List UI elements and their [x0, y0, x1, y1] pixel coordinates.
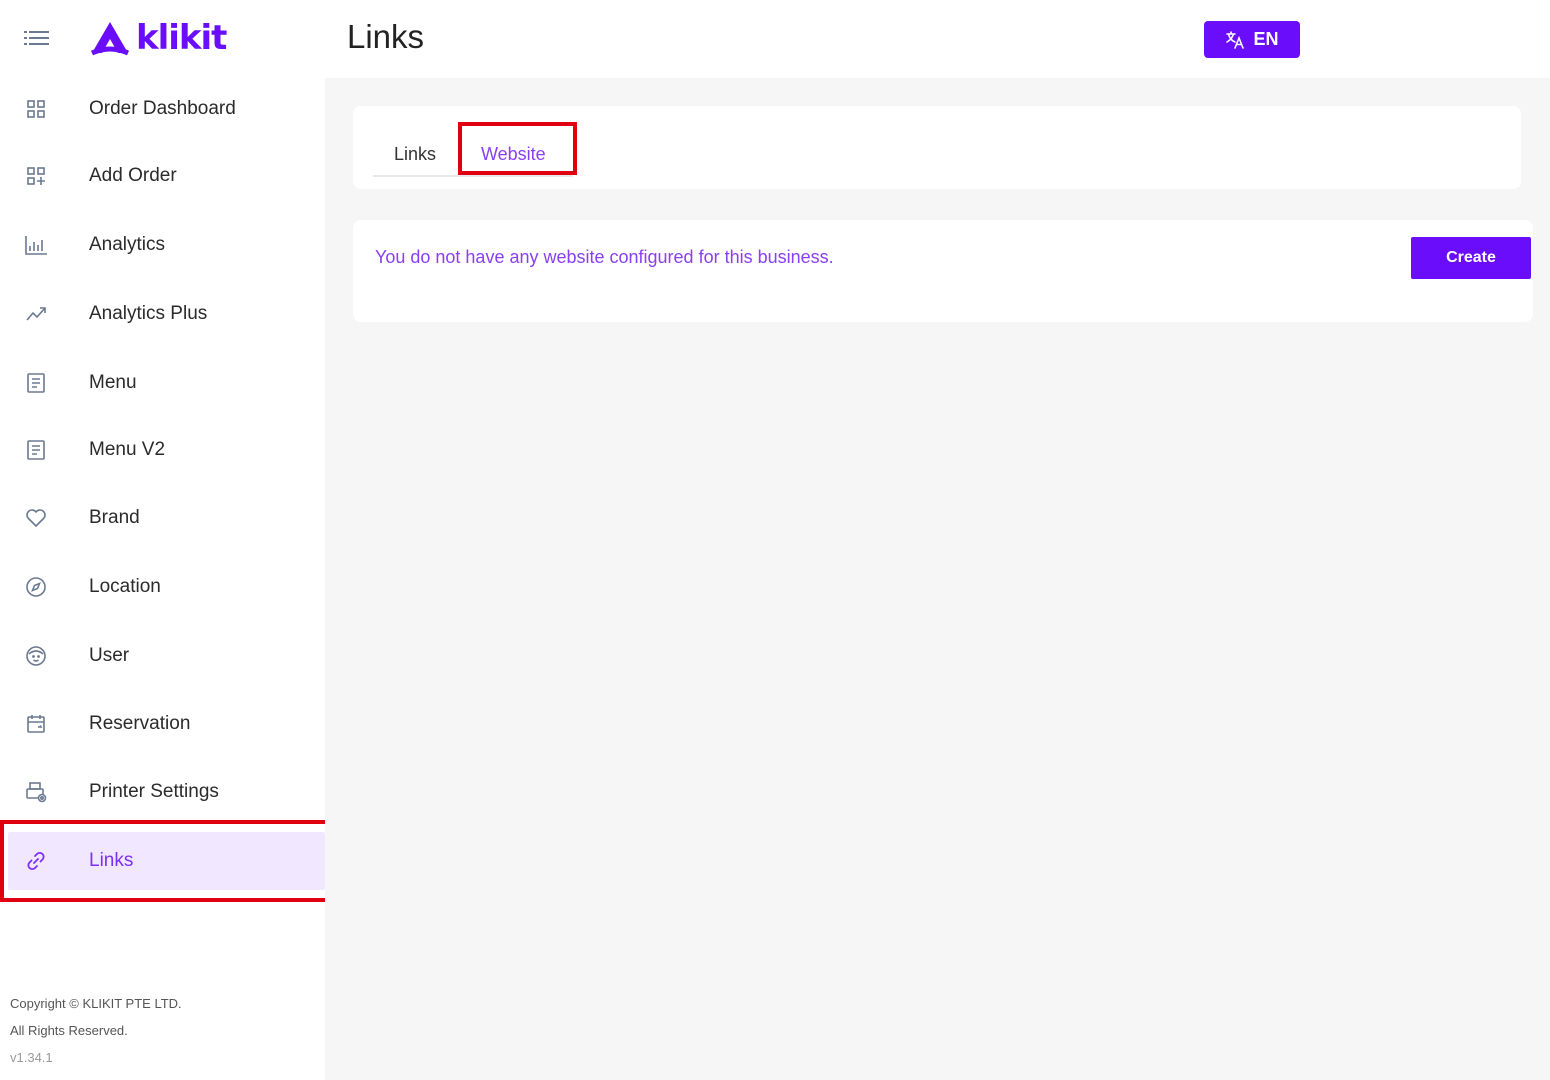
sidebar-item-label: Add Order [89, 165, 177, 186]
sidebar-item-label: User [89, 645, 130, 666]
heart-icon [26, 509, 46, 527]
face-icon [26, 646, 46, 666]
bar-chart-icon [25, 236, 47, 255]
translate-icon [1226, 30, 1245, 49]
language-label: EN [1253, 29, 1279, 49]
sidebar-item-label: Reservation [89, 713, 191, 734]
sidebar-item-label: Analytics [89, 234, 166, 255]
document-icon [27, 373, 45, 393]
website-card: You do not have any website configured f… [353, 220, 1533, 322]
sidebar-item-user[interactable]: User [8, 627, 325, 685]
sidebar-footer: Copyright © KLIKIT PTE LTD. All Rights R… [10, 990, 182, 1071]
main-content: Links Website You do not have any websit… [325, 78, 1550, 1080]
tab-divider [373, 175, 573, 177]
compass-icon [26, 577, 46, 597]
klikit-logo[interactable]: klikit [88, 18, 227, 58]
highlight-box [458, 122, 577, 175]
empty-state-message: You do not have any website configured f… [375, 247, 834, 267]
rights-text: All Rights Reserved. [10, 1023, 128, 1038]
language-button[interactable]: EN [1204, 21, 1300, 58]
tab-links[interactable]: Links [394, 144, 436, 165]
calendar-icon [27, 715, 45, 733]
sidebar-item-reservation[interactable]: Reservation [8, 695, 325, 753]
sidebar-item-analytics[interactable]: Analytics [8, 216, 325, 274]
sidebar-item-add-order[interactable]: Add Order [8, 147, 325, 205]
sidebar-item-brand[interactable]: Brand [8, 489, 325, 547]
trend-icon [26, 307, 46, 321]
grid-icon [27, 100, 45, 118]
sidebar-item-label: Brand [89, 507, 140, 528]
sidebar-item-label: Menu [89, 372, 137, 393]
sidebar-item-label: Location [89, 576, 161, 597]
sidebar-item-location[interactable]: Location [8, 558, 325, 616]
sidebar-item-label: Printer Settings [89, 781, 219, 802]
sidebar-item-menu[interactable]: Menu [8, 354, 325, 412]
sidebar: klikit Order Dashboard Add Order Analyti… [0, 0, 336, 1080]
printer-icon [26, 782, 47, 803]
hamburger-menu-icon[interactable] [24, 28, 50, 48]
highlight-box [0, 820, 336, 902]
copyright-text: Copyright © KLIKIT PTE LTD. [10, 996, 182, 1011]
sidebar-item-label: Analytics Plus [89, 303, 208, 324]
sidebar-item-order-dashboard[interactable]: Order Dashboard [8, 80, 325, 138]
sidebar-item-menu-v2[interactable]: Menu V2 [8, 421, 325, 479]
top-header: Links EN [325, 0, 1550, 78]
logo-text: klikit [136, 18, 227, 58]
sidebar-item-label: Order Dashboard [89, 98, 236, 119]
add-grid-icon [27, 167, 45, 185]
document-icon [27, 440, 45, 460]
page-title: Links [347, 18, 425, 55]
klikit-logo-icon [90, 22, 130, 56]
sidebar-item-printer-settings[interactable]: Printer Settings [8, 763, 325, 821]
sidebar-item-label: Menu V2 [89, 439, 166, 460]
sidebar-item-analytics-plus[interactable]: Analytics Plus [8, 285, 325, 343]
tabs-card: Links Website [353, 106, 1521, 189]
create-button[interactable]: Create [1411, 237, 1531, 279]
version-text: v1.34.1 [10, 1050, 53, 1065]
